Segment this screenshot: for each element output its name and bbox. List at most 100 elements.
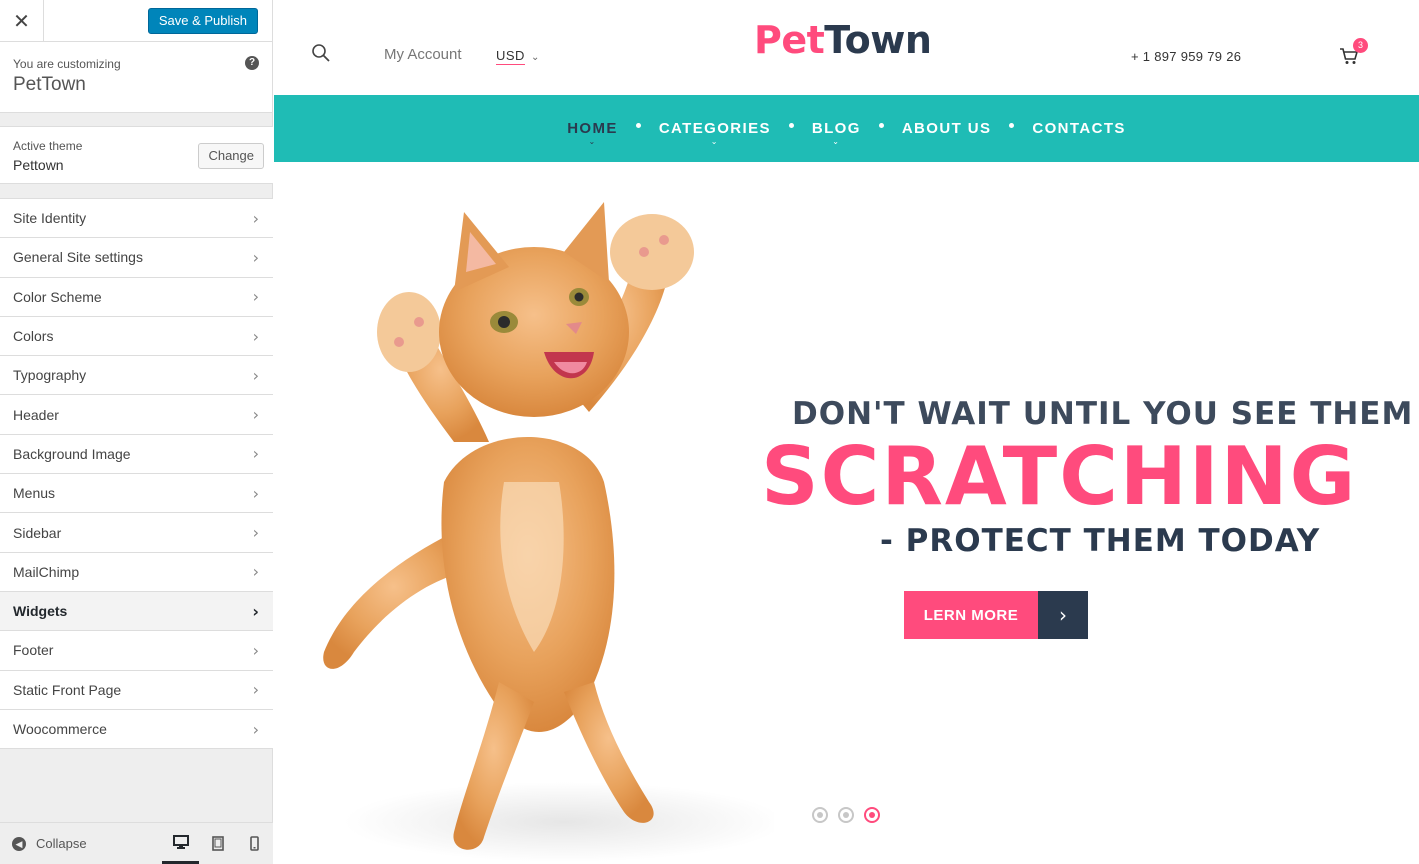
- chevron-down-icon: ⌄: [832, 137, 841, 146]
- site-name: PetTown: [13, 74, 86, 95]
- customizer-menu-item[interactable]: Colors ›: [0, 316, 273, 357]
- collapse-label: Collapse: [36, 836, 87, 851]
- site-preview: My Account USD ⌄ PetTown + 1 897 959 79 2…: [274, 0, 1419, 864]
- customizer-menu-item[interactable]: MailChimp ›: [0, 552, 273, 592]
- nav-item-about-us[interactable]: ABOUT US: [893, 120, 1001, 137]
- chevron-right-icon: ›: [252, 680, 259, 700]
- customizer-footer: ◀ Collapse: [0, 822, 273, 864]
- tablet-icon[interactable]: [199, 823, 236, 864]
- nav-separator: [635, 123, 641, 128]
- customizer-menu-item[interactable]: Color Scheme ›: [0, 277, 273, 317]
- nav-item-contacts[interactable]: CONTACTS: [1023, 120, 1134, 137]
- chevron-right-icon: ›: [1038, 591, 1088, 639]
- customizer-menu-item[interactable]: Sidebar ›: [0, 513, 273, 553]
- nav-separator: [878, 123, 884, 128]
- customizer-menu-item[interactable]: Menus ›: [0, 474, 273, 514]
- chevron-right-icon: ›: [252, 444, 259, 464]
- desktop-icon[interactable]: [162, 823, 199, 864]
- currency-selector[interactable]: USD ⌄: [496, 48, 540, 65]
- chevron-right-icon: ›: [252, 562, 259, 582]
- learn-more-button[interactable]: LERN MORE ›: [904, 591, 1088, 639]
- save-publish-button[interactable]: Save & Publish: [147, 8, 258, 34]
- slider-dot[interactable]: [864, 807, 880, 823]
- learn-more-label: LERN MORE: [904, 591, 1038, 639]
- customizer-header: ✕ Save & Publish: [0, 0, 272, 42]
- search-icon[interactable]: [311, 43, 331, 63]
- customizer-menu-label: Site Identity: [13, 210, 87, 227]
- customizer-menu-label: Sidebar: [13, 524, 62, 541]
- nav-item-label: ABOUT US: [901, 120, 992, 137]
- logo-town: Town: [824, 18, 932, 62]
- customizer-menu-item[interactable]: Site Identity ›: [0, 199, 273, 239]
- site-logo[interactable]: PetTown: [754, 18, 932, 62]
- chevron-right-icon: ›: [252, 719, 259, 739]
- customizer-menu-item[interactable]: Header ›: [0, 395, 273, 435]
- customizer-menu-label: Woocommerce: [13, 721, 107, 737]
- help-icon[interactable]: ?: [245, 56, 259, 70]
- collapse-button[interactable]: ◀ Collapse: [12, 836, 87, 851]
- active-theme-panel: Active theme Pettown Change: [0, 126, 273, 184]
- hero-headline: DON'T WAIT UNTIL YOU SEE THEM: [792, 396, 1414, 432]
- slider-dots: [812, 807, 880, 823]
- logo-pet: Pet: [754, 18, 825, 62]
- hero-slider: DON'T WAIT UNTIL YOU SEE THEM SCRATCHING…: [274, 162, 1419, 864]
- hero-highlight: SCRATCHING: [761, 430, 1358, 523]
- nav-separator: [788, 123, 794, 128]
- customizer-menu-label: General Site settings: [13, 249, 143, 266]
- customizer-menu-label: Background Image: [13, 445, 131, 462]
- customizer-menu-item[interactable]: Background Image ›: [0, 434, 273, 475]
- nav-item-home[interactable]: HOME ⌄: [558, 120, 627, 146]
- nav-item-label: HOME: [567, 120, 618, 137]
- chevron-right-icon: ›: [252, 247, 259, 267]
- customizer-menu-label: Widgets: [13, 603, 68, 620]
- device-switcher: [162, 823, 273, 864]
- customizer-menu-item[interactable]: Footer ›: [0, 631, 273, 671]
- chevron-right-icon: ›: [252, 287, 259, 307]
- customizer-menu-label: Footer: [13, 642, 54, 659]
- customizer-sidebar: ✕ Save & Publish You are customizing Pet…: [0, 0, 273, 864]
- nav-item-label: CATEGORIES: [658, 120, 771, 137]
- customizer-menu-label: Static Front Page: [13, 681, 122, 698]
- customizer-menu-item[interactable]: Woocommerce ›: [0, 709, 273, 750]
- customizer-menu-item[interactable]: Static Front Page ›: [0, 670, 273, 710]
- mobile-icon[interactable]: [236, 823, 273, 864]
- nav-item-label: CONTACTS: [1032, 120, 1126, 137]
- my-account-link[interactable]: My Account: [384, 46, 462, 63]
- customizer-menu-label: Typography: [13, 367, 87, 384]
- customizer-menu-item[interactable]: Typography ›: [0, 356, 273, 396]
- nav-separator: [1009, 123, 1015, 128]
- phone-number: + 1 897 959 79 26: [1131, 49, 1242, 64]
- customizer-menu-item[interactable]: Widgets ›: [0, 591, 273, 632]
- chevron-right-icon: ›: [252, 365, 259, 385]
- customizer-menu: Site Identity › General Site settings › Colo…: [0, 198, 273, 750]
- site-header: My Account USD ⌄ PetTown + 1 897 959 79 2…: [274, 0, 1419, 95]
- chevron-down-icon: ⌄: [530, 52, 540, 63]
- cart-count-badge: 3: [1353, 38, 1368, 53]
- nav-item-categories[interactable]: CATEGORIES ⌄: [650, 120, 780, 146]
- change-theme-button[interactable]: Change: [198, 143, 264, 169]
- hero-subheadline: - PROTECT THEM TODAY: [880, 523, 1321, 559]
- slider-dot[interactable]: [838, 807, 854, 823]
- customizer-menu-label: MailChimp: [13, 563, 80, 580]
- chevron-right-icon: ›: [252, 601, 259, 621]
- chevron-right-icon: ›: [252, 208, 259, 228]
- nav-item-label: BLOG: [811, 120, 861, 137]
- currency-value: USD: [496, 48, 525, 65]
- slider-dot[interactable]: [812, 807, 828, 823]
- close-icon[interactable]: ✕: [0, 0, 44, 42]
- chevron-right-icon: ›: [252, 640, 259, 660]
- chevron-right-icon: ›: [252, 326, 259, 346]
- customizer-menu-label: Color Scheme: [13, 288, 102, 305]
- customizer-menu-item[interactable]: General Site settings ›: [0, 238, 273, 278]
- chevron-right-icon: ›: [252, 405, 259, 425]
- chevron-right-icon: ›: [252, 523, 259, 543]
- chevron-right-icon: ›: [252, 483, 259, 503]
- collapse-icon: ◀: [12, 836, 26, 851]
- customizer-menu-label: Colors: [13, 328, 54, 345]
- chevron-down-icon: ⌄: [588, 137, 597, 146]
- customizing-info: You are customizing PetTown ?: [0, 42, 272, 113]
- customizer-menu-label: Menus: [13, 485, 56, 502]
- customizer-menu-label: Header: [13, 406, 59, 423]
- main-nav: HOME ⌄ CATEGORIES ⌄ BLOG ⌄ ABOUT US CONTACTS: [274, 95, 1419, 162]
- nav-item-blog[interactable]: BLOG ⌄: [803, 120, 870, 146]
